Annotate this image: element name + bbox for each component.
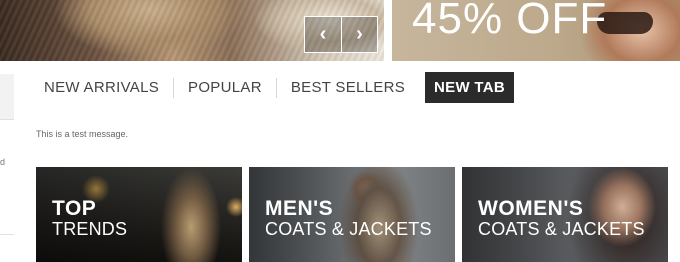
tile-title: MEN'S	[265, 197, 334, 220]
tab-popular[interactable]: POPULAR	[174, 72, 276, 103]
tile-title: WOMEN'S	[478, 197, 584, 220]
tile-subtitle: COATS & JACKETS	[265, 219, 432, 239]
promo-banner[interactable]: 45% OFF	[392, 0, 680, 61]
chevron-left-icon[interactable]: ‹	[305, 17, 341, 52]
tile-subtitle: TRENDS	[52, 219, 128, 239]
tab-best-sellers[interactable]: BEST SELLERS	[277, 72, 419, 103]
slider-controls: ‹ ›	[304, 16, 378, 53]
product-tabs: NEW ARRIVALS POPULAR BEST SELLERS NEW TA…	[36, 72, 515, 103]
tab-new-arrivals[interactable]: NEW ARRIVALS	[36, 72, 173, 103]
tab-content-message: This is a test message.	[36, 129, 129, 139]
tile-title: TOP	[52, 197, 97, 220]
hero-banner-image: ‹ ›	[0, 0, 384, 61]
sidebar-panel	[0, 74, 14, 120]
category-tile-top-trends[interactable]: TOP TRENDS	[36, 167, 242, 262]
category-tile-womens-coats[interactable]: WOMEN'S COATS & JACKETS	[462, 167, 668, 262]
category-tile-mens-coats[interactable]: MEN'S COATS & JACKETS	[249, 167, 455, 262]
tab-new-tab[interactable]: NEW TAB	[425, 72, 515, 103]
chevron-right-icon[interactable]: ›	[340, 17, 377, 52]
tile-subtitle: COATS & JACKETS	[478, 219, 645, 239]
promo-text: 45% OFF	[412, 0, 608, 43]
sidebar-divider	[0, 234, 14, 235]
sidebar-text-fragment: d	[0, 157, 6, 167]
